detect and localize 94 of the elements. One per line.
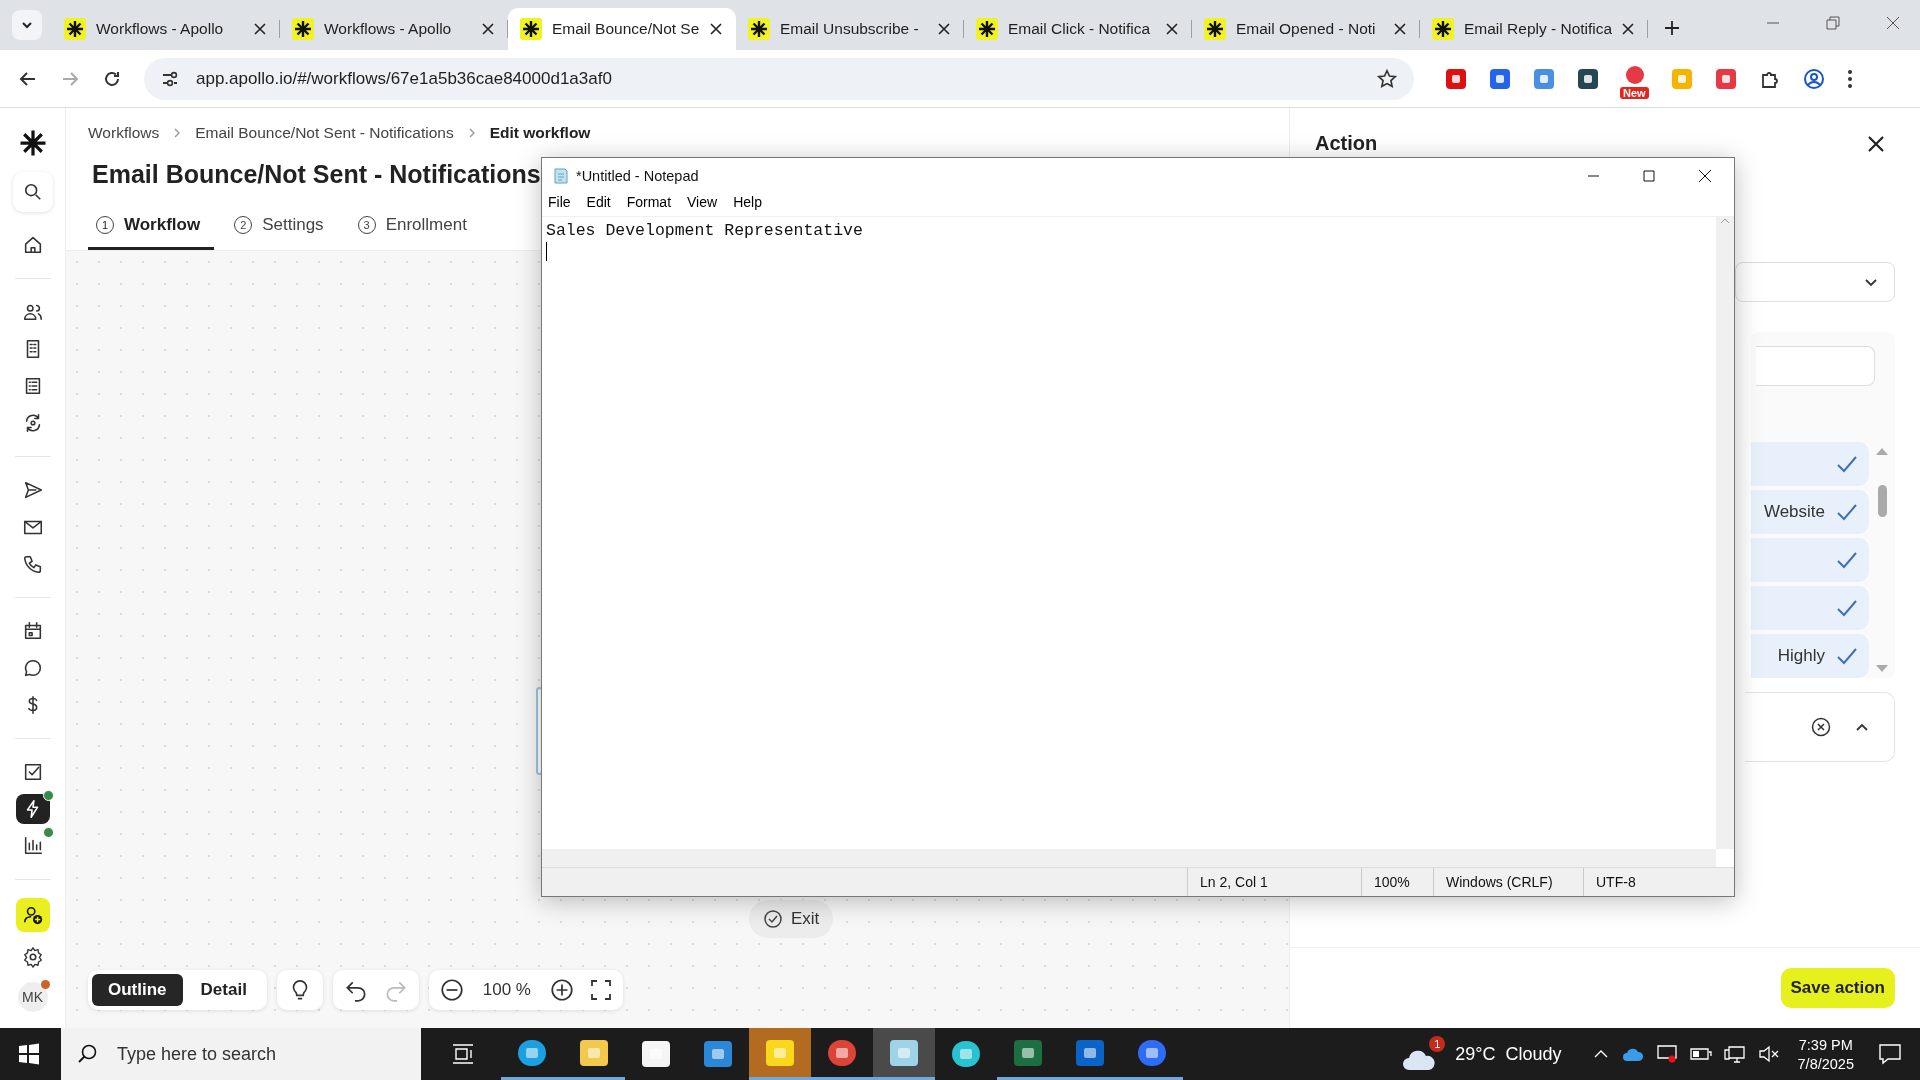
clear-icon[interactable] — [1810, 716, 1832, 738]
page-title: Email Bounce/Not Sent - Notifications — [92, 160, 541, 189]
zoom-out-icon[interactable] — [438, 977, 465, 1003]
profile-icon[interactable] — [1802, 66, 1826, 91]
select-field[interactable] — [1745, 692, 1895, 762]
menu-item[interactable]: Help — [733, 194, 762, 216]
restore-icon[interactable] — [1826, 16, 1840, 30]
close-icon[interactable] — [1394, 23, 1406, 35]
notifications-icon[interactable] — [1878, 1043, 1902, 1065]
panel-title: Action — [1315, 132, 1378, 155]
view-toggle[interactable]: Outline — [92, 974, 183, 1006]
check-icon — [1835, 550, 1859, 570]
temperature: 29°C — [1455, 1043, 1496, 1065]
status-text: 100% — [1361, 868, 1433, 896]
close-icon[interactable] — [1622, 23, 1634, 35]
browser-tab[interactable]: Email Reply - Notifica — [1420, 8, 1648, 50]
search-icon — [77, 1043, 99, 1065]
extension-icon[interactable] — [1714, 66, 1738, 91]
scrollbar[interactable] — [542, 849, 1716, 867]
new-tab-icon[interactable] — [1664, 20, 1680, 36]
notification-badge: 1 — [1429, 1036, 1446, 1052]
asterisk-icon — [1204, 18, 1226, 40]
breadcrumb-link[interactable]: Workflows — [88, 124, 160, 142]
weather-condition: Cloudy — [1505, 1043, 1562, 1065]
new-badge: New — [1620, 86, 1649, 99]
asterisk-icon — [748, 18, 770, 40]
step-tab[interactable]: 3 Enrollment — [349, 215, 481, 250]
view-toggle[interactable]: Detail — [184, 974, 263, 1006]
option-item[interactable]: Website — [1751, 490, 1869, 534]
text-editor[interactable]: Sales Development Representative — [542, 217, 1716, 849]
network-icon[interactable] — [1723, 1044, 1746, 1064]
browser-tab[interactable]: Email Unsubscribe - — [736, 8, 964, 50]
asterisk-icon — [976, 18, 998, 40]
asterisk-icon — [292, 18, 314, 40]
extension-icon[interactable] — [1444, 66, 1468, 91]
close-icon[interactable] — [938, 23, 950, 35]
menu-item[interactable]: Format — [626, 194, 672, 216]
extension-icon[interactable] — [1576, 66, 1600, 91]
browser-tab[interactable]: Email Opened - Noti — [1192, 8, 1420, 50]
browser-tab[interactable]: Email Click - Notifica — [964, 8, 1192, 50]
close-icon[interactable] — [710, 23, 722, 35]
check-icon — [1835, 454, 1859, 474]
tab-search-button[interactable] — [12, 10, 42, 40]
save-action-button[interactable]: Save action — [1780, 968, 1895, 1008]
check-icon — [1835, 646, 1859, 666]
browser-tab[interactable]: Workflows - Apollo — [280, 8, 508, 50]
status-text: UTF-8 — [1583, 868, 1734, 896]
display-icon[interactable] — [1655, 1044, 1678, 1064]
search-button[interactable] — [12, 172, 53, 212]
option-item[interactable]: Highly — [1751, 634, 1869, 678]
text-cursor — [546, 242, 547, 261]
close-icon[interactable] — [254, 23, 266, 35]
menu-item[interactable]: File — [548, 194, 571, 216]
exit-node[interactable]: Exit — [749, 900, 834, 938]
breadcrumb-link[interactable]: Email Bounce/Not Sent - Notifications — [195, 124, 454, 142]
task-view-icon[interactable] — [451, 1043, 475, 1065]
status-text: Ln 2, Col 1 — [1187, 868, 1361, 896]
check-icon — [1835, 598, 1859, 618]
add-user-icon[interactable] — [15, 898, 50, 932]
status-text: Windows (CRLF) — [1433, 868, 1583, 896]
close-icon[interactable] — [1166, 23, 1178, 35]
mute-icon[interactable] — [1757, 1045, 1780, 1063]
user-avatar[interactable]: MK — [17, 982, 48, 1012]
window-title: *Untitled - Notepad — [576, 168, 699, 184]
scrollbar[interactable] — [1716, 217, 1734, 849]
asterisk-icon — [520, 18, 542, 40]
asterisk-icon — [1432, 18, 1454, 40]
address-bar[interactable]: app.apollo.io/#/workflows/67e1a5b36cae84000d1a3af0 — [144, 57, 1414, 100]
browser-tab[interactable]: Email Bounce/Not Se — [508, 8, 736, 50]
clock-date[interactable]: 7/8/2025 — [1797, 1055, 1854, 1072]
zoom-level: 100 % — [481, 980, 532, 1000]
menu-item[interactable]: View — [687, 194, 718, 216]
search-icon — [23, 183, 42, 201]
fullscreen-icon[interactable] — [588, 978, 613, 1002]
check-icon — [1835, 502, 1859, 522]
step-tab[interactable]: 2 Settings — [226, 215, 338, 250]
bookmark-star-icon[interactable] — [1376, 67, 1398, 90]
settings-icon[interactable] — [21, 946, 44, 968]
dropdown-field[interactable] — [1735, 262, 1895, 302]
browser-tab[interactable]: Workflows - Apollo — [52, 8, 280, 50]
clock-time[interactable]: 7:39 PM — [1798, 1036, 1853, 1053]
cloud-icon[interactable] — [1621, 1046, 1644, 1062]
close-icon[interactable] — [1866, 133, 1886, 154]
battery-icon[interactable] — [1689, 1047, 1712, 1061]
extension-icon[interactable] — [1488, 66, 1512, 91]
menu-item[interactable]: Edit — [586, 194, 611, 216]
search-field[interactable]: Type here to search — [61, 1028, 421, 1080]
check-circle-icon — [763, 909, 783, 929]
asterisk-icon — [64, 18, 86, 40]
zoom-in-icon[interactable] — [548, 977, 575, 1003]
windows-start-icon[interactable] — [18, 1043, 40, 1065]
input-field[interactable] — [1756, 346, 1875, 386]
breadcrumb-link[interactable]: Edit workflow — [489, 124, 591, 142]
close-icon[interactable] — [482, 23, 494, 35]
